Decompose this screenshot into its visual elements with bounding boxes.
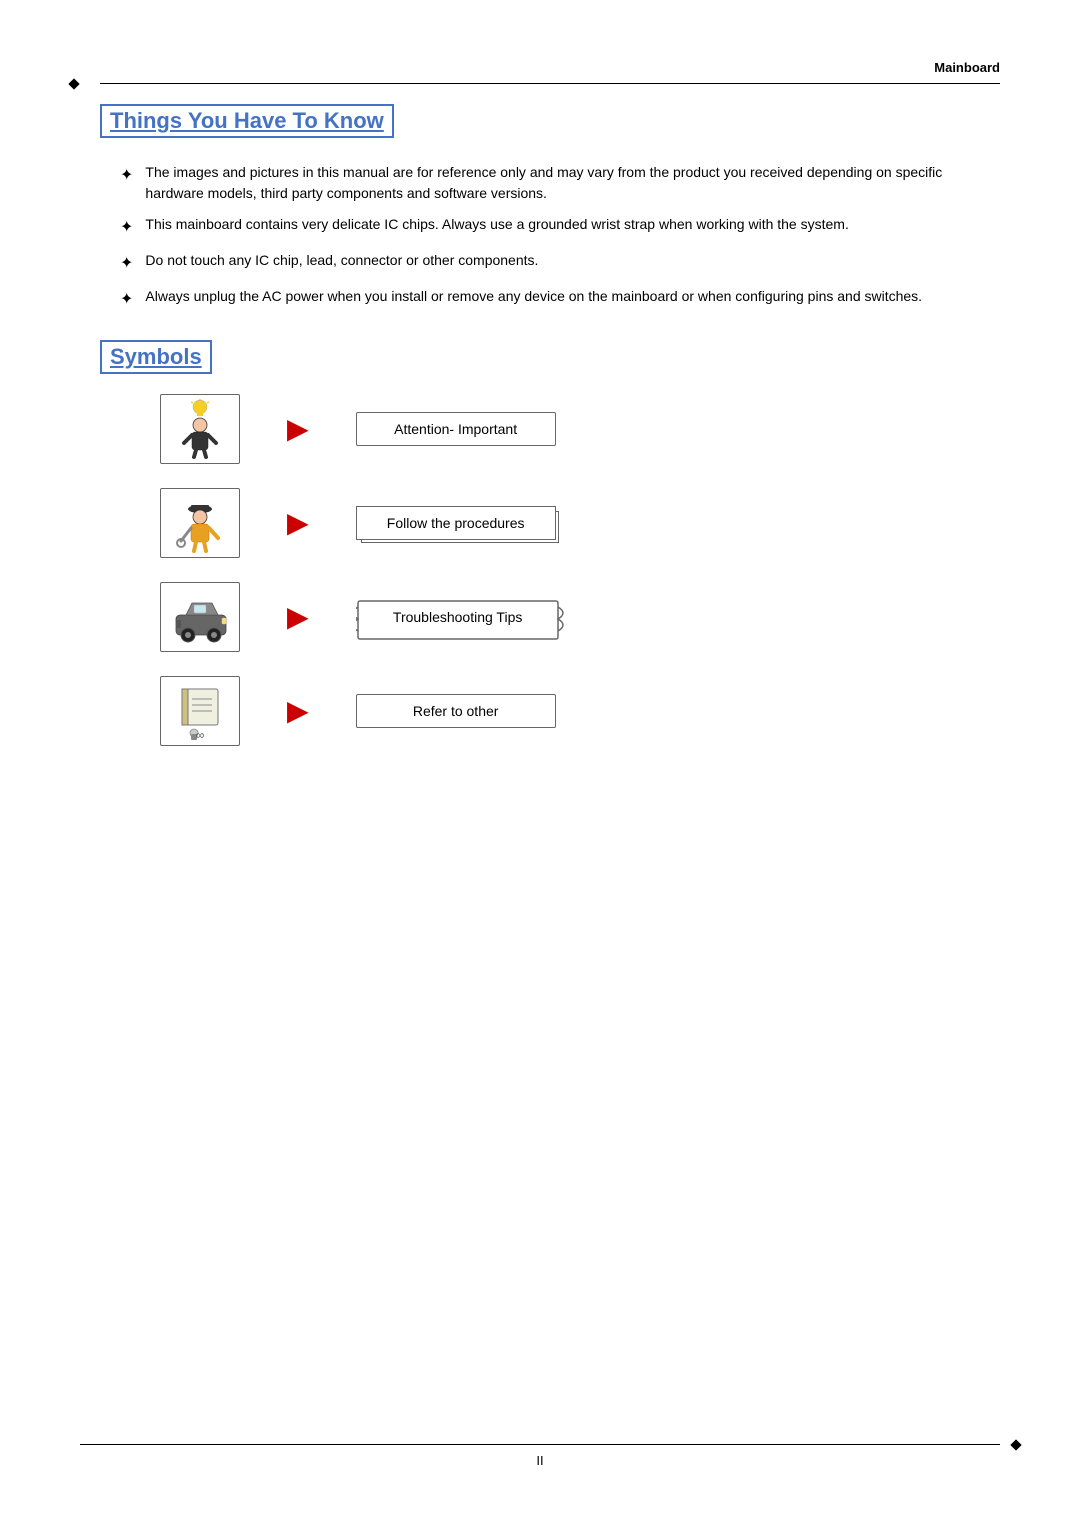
symbol-icon-attention <box>160 394 240 464</box>
bullet-icon-1: ✦ <box>120 164 133 188</box>
arrow-troubleshooting: ► <box>280 599 316 635</box>
bullet-icon-2: ✦ <box>120 216 133 240</box>
bullet-icon-3: ✦ <box>120 252 133 276</box>
arrow-attention: ► <box>280 411 316 447</box>
symbol-row-attention: ► Attention- Important <box>160 394 1000 464</box>
list-item: ✦ The images and pictures in this manual… <box>120 162 1000 204</box>
troubleshooting-svg-icon <box>168 587 233 647</box>
label-attention: Attention- Important <box>356 412 556 446</box>
bullet-icon-4: ✦ <box>120 288 133 312</box>
bullet-text-1: The images and pictures in this manual a… <box>145 162 1000 204</box>
label-procedures: Follow the procedures <box>356 506 556 540</box>
header-title: Mainboard <box>934 60 1000 75</box>
symbols-grid: ► Attention- Important <box>160 394 1000 746</box>
page-header: Mainboard <box>100 60 1000 75</box>
symbol-row-procedures: ► Follow the procedures <box>160 488 1000 558</box>
top-rule-line <box>100 83 1000 84</box>
bottom-divider <box>80 1444 1000 1445</box>
list-item: ✦ Always unplug the AC power when you in… <box>120 286 1000 312</box>
bullet-text-2: This mainboard contains very delicate IC… <box>145 214 848 235</box>
label-refer: Refer to other <box>356 694 556 728</box>
label-troubleshooting: Troubleshooting Tips <box>356 599 560 635</box>
main-section-title: Things You Have To Know <box>100 104 394 138</box>
bottom-rule-line <box>80 1444 1000 1445</box>
symbol-icon-troubleshooting <box>160 582 240 652</box>
symbol-row-troubleshooting: ► Troubleshooting Tips <box>160 582 1000 652</box>
arrow-refer: ► <box>280 693 316 729</box>
bullet-list: ✦ The images and pictures in this manual… <box>100 162 1000 312</box>
page-footer: II <box>80 1444 1000 1468</box>
label-troubleshooting-container: Troubleshooting Tips <box>356 599 560 635</box>
symbol-row-refer: ∞ ► Refer to other <box>160 676 1000 746</box>
page: Mainboard Things You Have To Know ✦ The … <box>0 0 1080 1528</box>
list-item: ✦ This mainboard contains very delicate … <box>120 214 1000 240</box>
svg-text:∞: ∞ <box>195 728 204 741</box>
symbol-icon-procedures <box>160 488 240 558</box>
procedures-svg-icon <box>168 493 233 553</box>
refer-svg-icon: ∞ <box>168 681 233 741</box>
page-number: II <box>80 1453 1000 1468</box>
attention-svg-icon <box>168 399 233 459</box>
arrow-procedures: ► <box>280 505 316 541</box>
bullet-text-3: Do not touch any IC chip, lead, connecto… <box>145 250 538 271</box>
symbols-section-title: Symbols <box>100 340 212 374</box>
symbol-icon-refer: ∞ <box>160 676 240 746</box>
list-item: ✦ Do not touch any IC chip, lead, connec… <box>120 250 1000 276</box>
top-divider <box>100 83 1000 84</box>
bullet-text-4: Always unplug the AC power when you inst… <box>145 286 922 307</box>
